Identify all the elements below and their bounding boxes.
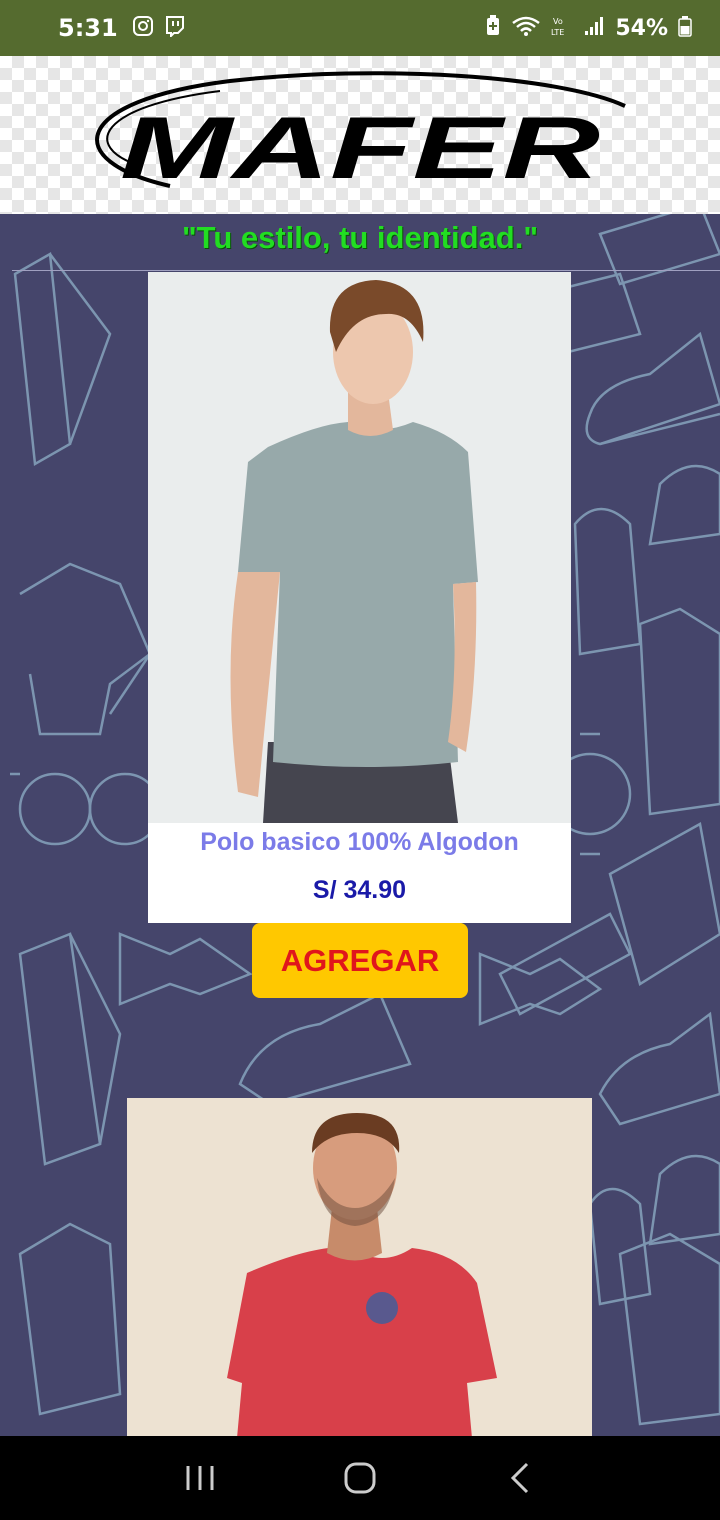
status-time: 5:31 — [58, 14, 118, 42]
product-image-2[interactable] — [127, 1098, 592, 1436]
back-icon — [510, 1462, 529, 1494]
add-to-cart-button[interactable]: AGREGAR — [252, 923, 468, 998]
main-content[interactable]: "Tu estilo, tu identidad." Polo basico 1… — [0, 214, 720, 1436]
divider — [12, 270, 720, 271]
slogan: "Tu estilo, tu identidad." — [181, 220, 539, 255]
navigation-bar — [0, 1436, 720, 1520]
back-button[interactable] — [490, 1448, 550, 1508]
volte-icon: Vo LTE — [551, 15, 573, 41]
instagram-icon — [132, 15, 154, 41]
home-icon — [344, 1462, 376, 1494]
svg-text:LTE: LTE — [551, 28, 564, 37]
home-button[interactable] — [330, 1448, 390, 1508]
wifi-icon — [511, 15, 541, 41]
signal-icon — [583, 15, 605, 41]
product-price: S/ 34.90 — [312, 876, 407, 904]
svg-text:Vo: Vo — [553, 17, 563, 26]
battery-icon — [678, 15, 692, 41]
recent-apps-button[interactable] — [170, 1448, 230, 1508]
twitch-icon — [164, 15, 186, 41]
battery-saver-icon — [485, 15, 501, 41]
product-image[interactable] — [148, 272, 571, 823]
status-bar: 5:31 Vo LTE 54% — [0, 0, 720, 56]
mafer-logo: MAFER — [95, 71, 626, 197]
battery-percent: 54% — [615, 15, 668, 41]
svg-text:MAFER: MAFER — [120, 98, 600, 197]
product-card-2[interactable] — [127, 1098, 592, 1436]
header: MAFER — [0, 56, 720, 214]
product-name: Polo basico 100% Algodon — [200, 828, 519, 856]
product-card[interactable]: Polo basico 100% Algodon S/ 34.90 — [148, 272, 571, 923]
recent-apps-icon — [186, 1466, 214, 1490]
